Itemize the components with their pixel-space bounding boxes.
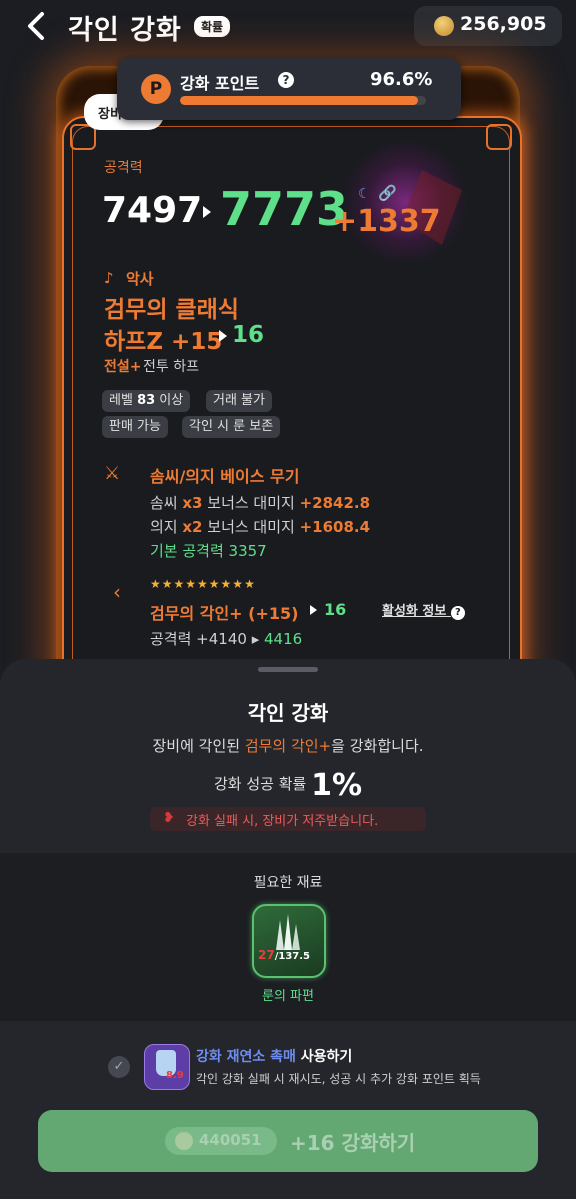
materials-title: 필요한 재료 xyxy=(253,875,323,891)
points-percent: 96.6% xyxy=(370,69,433,90)
attack-bonus: +1337 xyxy=(332,204,441,239)
rune-new-level: 16 xyxy=(324,600,347,619)
points-progress-bar xyxy=(180,96,426,105)
chevron-left-icon[interactable]: ‹ xyxy=(113,580,121,604)
class-label: 악사 xyxy=(126,270,154,288)
stat-line: 의지 x2 보너스 대미지 +1608.4 xyxy=(150,518,371,536)
broken-heart-icon: ❥ xyxy=(163,810,175,826)
enhance-button-label: +16 강화하기 xyxy=(290,1131,416,1155)
attack-label: 공격력 xyxy=(104,160,143,176)
catalyst-count: 8.9 xyxy=(166,1070,184,1081)
sheet-title: 각인 강화 xyxy=(247,701,329,725)
warning-text: 강화 실패 시, 장비가 저주받습니다. xyxy=(186,814,379,829)
coin-icon xyxy=(434,16,454,36)
coin-balance: 256,905 xyxy=(460,13,547,35)
link-icon: 🔗 xyxy=(378,184,397,202)
weapon-type-icon: ⚔ xyxy=(104,463,121,484)
item-type: 전투 하프 xyxy=(143,359,199,375)
item-grade: 전설+ xyxy=(104,359,142,375)
points-icon: P xyxy=(141,74,171,104)
probability-badge[interactable]: 확률 xyxy=(194,16,231,37)
sheet-description: 장비에 각인된 검무의 각인+을 강화합니다. xyxy=(152,737,424,755)
base-weapon-title: 솜씨/의지 베이스 무기 xyxy=(150,467,300,486)
back-chevron-icon[interactable] xyxy=(22,10,52,42)
sheet-drag-handle[interactable] xyxy=(258,667,318,672)
material-count: 27/137.5 xyxy=(258,948,310,962)
material-name: 룬의 파편 xyxy=(262,989,314,1004)
points-label: 강화 포인트 xyxy=(180,74,260,93)
help-icon[interactable]: ? xyxy=(278,72,294,88)
points-progress-fill xyxy=(180,96,418,105)
catalyst-checkbox[interactable]: ✓ xyxy=(108,1056,130,1078)
catalyst-description: 각인 강화 실패 시 재시도, 성공 시 추가 강화 포인트 획득 xyxy=(196,1072,481,1086)
rune-shard-icon xyxy=(276,914,300,950)
rune-attack: 공격력 +4140 ▸ 4416 xyxy=(150,630,303,648)
chip-level-req: 레벨 83 이상 xyxy=(102,390,191,412)
item-name-line1: 검무의 클래식 xyxy=(104,297,239,323)
base-attack: 기본 공격력 3357 xyxy=(150,542,267,560)
chip-sellable: 판매 가능 xyxy=(102,416,168,438)
chip-rune-preserve: 각인 시 룬 보존 xyxy=(182,416,281,438)
page-title: 각인 강화 xyxy=(68,15,182,46)
enhance-button[interactable] xyxy=(38,1110,538,1172)
corner-ornament-icon xyxy=(486,124,512,150)
chip-untradable: 거래 불가 xyxy=(206,390,272,412)
moon-icon: ☾ xyxy=(358,186,371,202)
coin-icon xyxy=(175,1132,193,1150)
activation-info-link[interactable]: 활성화 정보 ? xyxy=(382,600,465,620)
enhance-cost: 440051 xyxy=(199,1131,262,1149)
stat-line: 솜씨 x3 보너스 대미지 +2842.8 xyxy=(150,494,371,512)
catalyst-name: 강화 재연소 촉매 사용하기 xyxy=(196,1049,353,1065)
arrow-right-icon xyxy=(203,206,211,218)
rune-name: 검무의 각인+ (+15) xyxy=(150,604,299,623)
arrow-right-icon xyxy=(310,605,317,615)
item-new-level: 16 xyxy=(232,322,265,348)
success-rate: 강화 성공 확률 1% xyxy=(213,768,363,803)
arrow-right-icon xyxy=(219,330,227,342)
item-name-line2: 하프Z +15 xyxy=(104,329,223,355)
bard-class-icon: ♪ xyxy=(104,269,114,287)
rune-stars: ★★★★★★★★★ xyxy=(150,577,256,591)
attack-new-value: 7773 xyxy=(220,182,349,236)
attack-old-value: 7497 xyxy=(102,190,203,231)
help-icon: ? xyxy=(450,606,465,620)
